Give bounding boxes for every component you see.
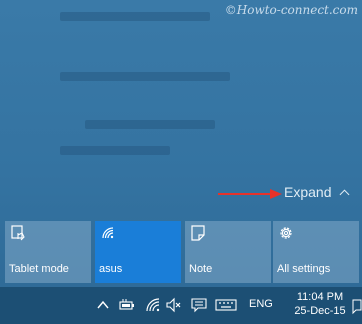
notification-placeholder — [85, 120, 215, 129]
tile-wifi[interactable]: asus — [95, 221, 181, 283]
expand-button[interactable]: Expand — [284, 184, 350, 200]
wifi-icon[interactable] — [145, 297, 161, 313]
clock-date: 25-Dec-15 — [294, 305, 346, 317]
show-desktop-icon[interactable] — [350, 291, 362, 321]
tile-all-settings[interactable]: All settings — [273, 221, 359, 283]
battery-icon[interactable] — [119, 297, 135, 313]
red-pointer-arrow — [218, 189, 282, 199]
chevron-up-icon — [340, 189, 350, 199]
tile-tablet-mode[interactable]: Tablet mode — [5, 221, 91, 283]
input-language[interactable]: ENG — [249, 298, 273, 310]
tile-label: Note — [189, 263, 213, 275]
clock-time: 11:04 PM — [296, 291, 344, 303]
tile-note[interactable]: Note — [185, 221, 271, 283]
tablet-mode-icon — [11, 225, 25, 241]
expand-label: Expand — [284, 184, 332, 200]
action-center-panel: ©Howto-connect.com Expand Tablet mode as… — [0, 0, 362, 287]
wifi-icon — [102, 227, 114, 239]
settings-gear-icon — [280, 227, 292, 239]
tile-label: All settings — [277, 263, 331, 275]
notification-placeholder — [60, 72, 230, 81]
clock[interactable]: 11:04 PM 25-Dec-15 — [290, 290, 350, 318]
watermark: ©Howto-connect.com — [224, 3, 358, 17]
action-center-icon[interactable] — [191, 297, 207, 313]
tile-label: Tablet mode — [9, 263, 69, 275]
volume-muted-icon[interactable] — [166, 297, 182, 313]
taskbar: ENG 11:04 PM 25-Dec-15 — [0, 287, 362, 324]
notification-placeholder — [60, 12, 210, 21]
note-icon — [191, 225, 205, 241]
notification-placeholder — [60, 146, 170, 155]
tile-label: asus — [99, 263, 123, 275]
keyboard-icon[interactable] — [215, 297, 237, 313]
chevron-up-icon[interactable] — [95, 297, 111, 313]
